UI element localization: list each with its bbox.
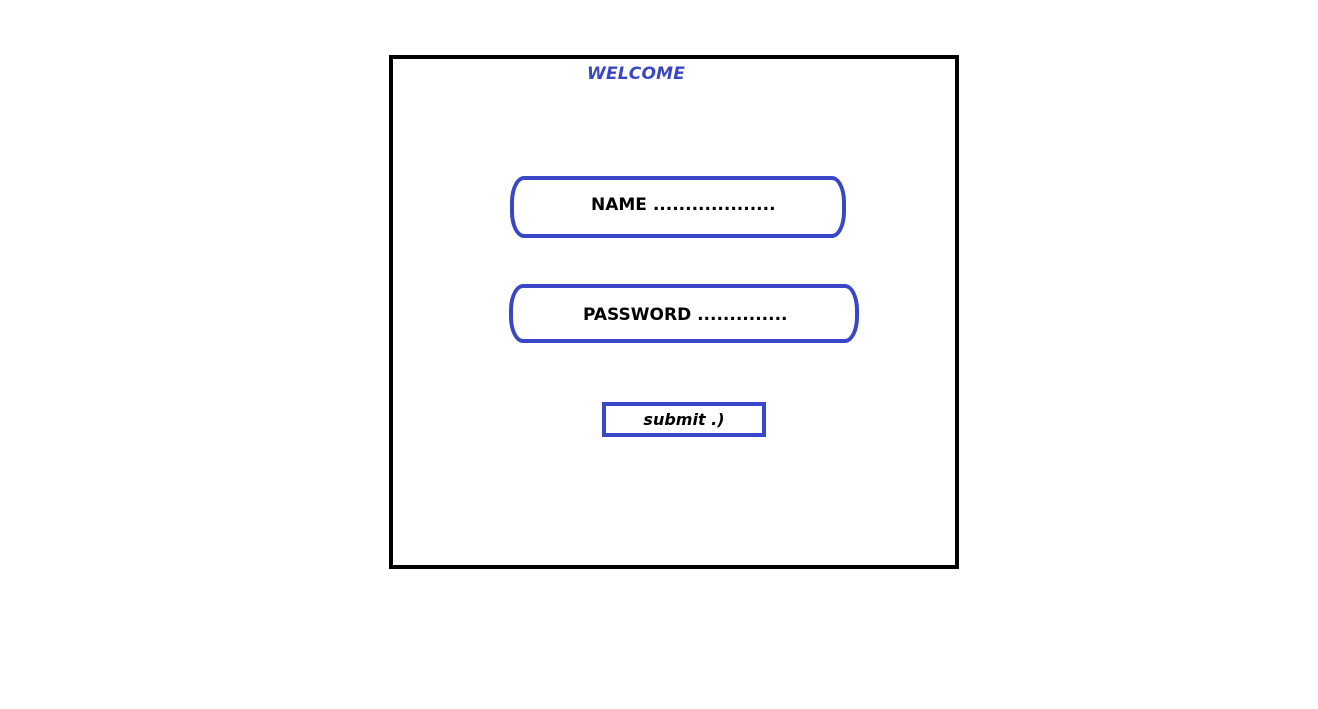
welcome-title: WELCOME bbox=[587, 64, 686, 84]
password-field-text: PASSWORD .............. bbox=[583, 305, 788, 325]
submit-button-label: submit .) bbox=[643, 410, 725, 429]
name-field-text: NAME ................... bbox=[591, 195, 776, 215]
password-field[interactable]: PASSWORD .............. bbox=[509, 284, 859, 343]
submit-button[interactable]: submit .) bbox=[602, 402, 766, 437]
page: WELCOME NAME ................... PASSWOR… bbox=[0, 0, 1318, 709]
name-field[interactable]: NAME ................... bbox=[510, 176, 846, 238]
